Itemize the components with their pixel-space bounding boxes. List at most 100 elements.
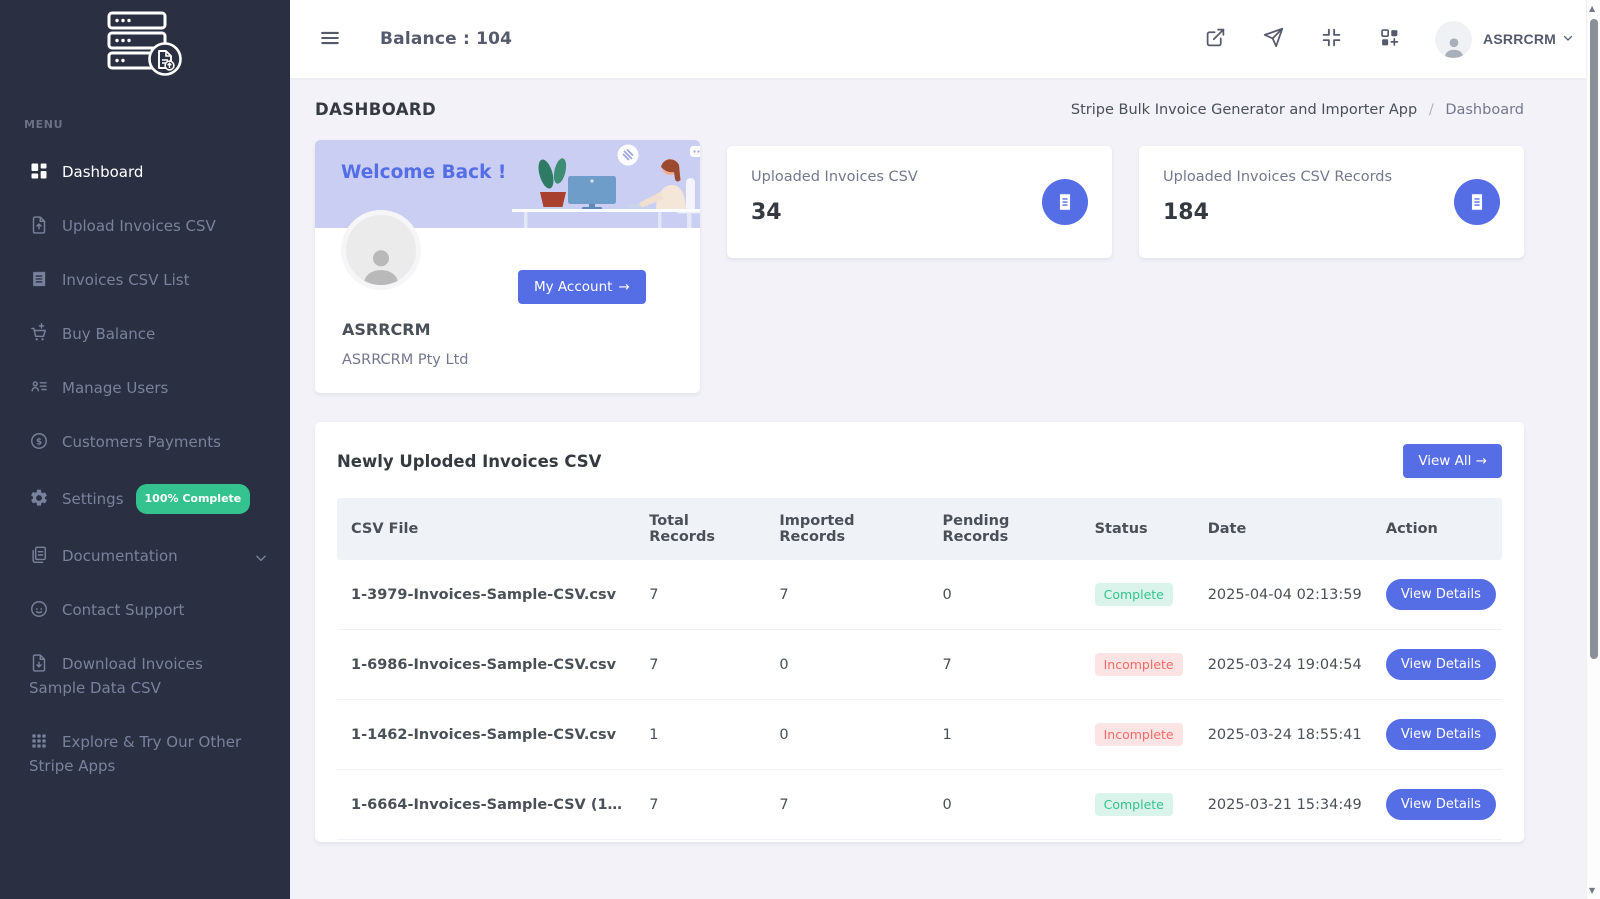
user-menu-button[interactable]: ASRRCRM bbox=[1409, 21, 1574, 58]
sidebar-item-customers-payments[interactable]: $ Customers Payments bbox=[0, 415, 290, 469]
sidebar-item-documentation[interactable]: Documentation bbox=[0, 529, 290, 583]
external-link-icon bbox=[1205, 27, 1226, 51]
stat-text: Uploaded Invoices CSV Records 184 bbox=[1163, 169, 1392, 235]
dollar-circle-icon: $ bbox=[29, 431, 49, 451]
topbar: Balance : 104 bbox=[290, 0, 1600, 78]
my-account-button[interactable]: My Account→ bbox=[518, 270, 646, 304]
chevron-down-icon bbox=[1562, 32, 1574, 47]
sidebar-item-label: Manage Users bbox=[62, 379, 168, 397]
receipt-icon bbox=[1042, 179, 1088, 225]
total-records-cell: 7 bbox=[637, 770, 767, 840]
receipt-icon bbox=[1454, 179, 1500, 225]
view-details-button[interactable]: View Details bbox=[1386, 579, 1496, 610]
sidebar-item-dashboard[interactable]: Dashboard bbox=[0, 145, 290, 199]
sidebar-item-manage-users[interactable]: Manage Users bbox=[0, 361, 290, 415]
newly-uploaded-table-card: Newly Uploded Invoices CSV View All → CS… bbox=[315, 422, 1524, 842]
page-title: DASHBOARD bbox=[315, 100, 436, 119]
total-records-cell: 1 bbox=[637, 700, 767, 770]
breadcrumb-separator: / bbox=[1429, 102, 1434, 118]
username-label: ASRRCRM bbox=[1483, 31, 1556, 47]
total-records-cell: 7 bbox=[637, 630, 767, 700]
sidebar-toggle-button[interactable] bbox=[308, 17, 352, 61]
sidebar-item-download-invoices-sample[interactable]: Download Invoices Sample Data CSV bbox=[0, 637, 290, 715]
column-header-csv-file: CSV File bbox=[337, 498, 637, 560]
column-header-pending-records: Pending Records bbox=[930, 498, 1082, 560]
sidebar-item-label: Documentation bbox=[62, 547, 178, 565]
sidebar-menu-title: MENU bbox=[0, 92, 290, 145]
sidebar-item-upload-invoices-csv[interactable]: Upload Invoices CSV bbox=[0, 199, 290, 253]
scrollbar-down-arrow[interactable]: ▼ bbox=[1589, 886, 1595, 895]
sidebar-item-invoices-csv-list[interactable]: Invoices CSV List bbox=[0, 253, 290, 307]
settings-complete-badge: 100% Complete bbox=[136, 484, 251, 514]
send-button[interactable] bbox=[1253, 19, 1293, 59]
sidebar-item-explore-stripe-apps[interactable]: Explore & Try Our Other Stripe Apps bbox=[0, 715, 290, 793]
welcome-user-name: ASRRCRM bbox=[342, 320, 431, 339]
table-row: 1-1462-Invoices-Sample-CSV.csv 1 0 1 Inc… bbox=[337, 700, 1502, 770]
table-title: Newly Uploded Invoices CSV bbox=[337, 452, 601, 471]
scrollbar-up-arrow[interactable]: ▲ bbox=[1589, 4, 1595, 13]
view-details-button[interactable]: View Details bbox=[1386, 649, 1496, 680]
pending-records-cell: 0 bbox=[930, 770, 1082, 840]
status-badge: Complete bbox=[1095, 793, 1173, 816]
sidebar-item-label: Invoices CSV List bbox=[62, 271, 189, 289]
view-details-button[interactable]: View Details bbox=[1386, 719, 1496, 750]
hamburger-icon bbox=[319, 27, 341, 52]
stat-card-uploaded-csv: Uploaded Invoices CSV 34 bbox=[727, 146, 1112, 258]
stat-value: 34 bbox=[751, 200, 918, 225]
user-avatar-large bbox=[341, 210, 421, 290]
table-row: 1-6986-Invoices-Sample-CSV.csv 7 0 7 Inc… bbox=[337, 630, 1502, 700]
sidebar-item-buy-balance[interactable]: Buy Balance bbox=[0, 307, 290, 361]
apps-add-icon bbox=[1379, 27, 1400, 51]
support-icon bbox=[29, 599, 49, 619]
apps-grid-icon bbox=[29, 731, 49, 751]
imported-records-cell: 1 bbox=[767, 840, 930, 843]
balance-display: Balance : 104 bbox=[380, 29, 512, 49]
table-row: 1-2884-Invoices-Sample-CSV(1)… 1 1 0 Com… bbox=[337, 840, 1502, 843]
column-header-action: Action bbox=[1374, 498, 1502, 560]
sidebar-item-label: Buy Balance bbox=[62, 325, 155, 343]
total-records-cell: 7 bbox=[637, 560, 767, 630]
chevron-down-icon bbox=[254, 548, 268, 562]
breadcrumb: Stripe Bulk Invoice Generator and Import… bbox=[1071, 102, 1524, 118]
date-cell: 2025-03-24 18:55:41 bbox=[1196, 700, 1374, 770]
table-row: 1-3979-Invoices-Sample-CSV.csv 7 7 0 Com… bbox=[337, 560, 1502, 630]
pending-records-cell: 0 bbox=[930, 840, 1082, 843]
stat-label: Uploaded Invoices CSV Records bbox=[1163, 169, 1392, 185]
cards-row: Welcome Back ! bbox=[315, 140, 1600, 393]
welcome-greeting: Welcome Back ! bbox=[315, 140, 506, 228]
app-logo[interactable] bbox=[0, 0, 290, 92]
stat-label: Uploaded Invoices CSV bbox=[751, 169, 918, 185]
column-header-status: Status bbox=[1083, 498, 1196, 560]
server-file-upload-logo-icon bbox=[106, 11, 184, 81]
sidebar-item-contact-support[interactable]: Contact Support bbox=[0, 583, 290, 637]
column-header-date: Date bbox=[1196, 498, 1374, 560]
page-header: DASHBOARD Stripe Bulk Invoice Generator … bbox=[315, 100, 1524, 119]
status-badge: Incomplete bbox=[1095, 653, 1183, 676]
column-header-total-records: Total Records bbox=[637, 498, 767, 560]
apps-menu-button[interactable] bbox=[1369, 19, 1409, 59]
date-cell: 2025-03-24 19:04:54 bbox=[1196, 630, 1374, 700]
imported-records-cell: 7 bbox=[767, 770, 930, 840]
total-records-cell: 1 bbox=[637, 840, 767, 843]
sidebar-item-settings[interactable]: Settings 100% Complete bbox=[0, 469, 290, 529]
cart-plus-icon bbox=[29, 323, 49, 343]
topbar-actions: ASRRCRM bbox=[1177, 19, 1574, 59]
stat-value: 184 bbox=[1163, 200, 1392, 225]
compress-icon bbox=[1321, 27, 1342, 51]
view-all-button[interactable]: View All → bbox=[1403, 444, 1502, 478]
date-cell: 2025-03-07 07:59:42 bbox=[1196, 840, 1374, 843]
fullscreen-toggle-button[interactable] bbox=[1311, 19, 1351, 59]
table-card-header: Newly Uploded Invoices CSV View All → bbox=[337, 444, 1502, 478]
table-row: 1-6664-Invoices-Sample-CSV (1… 7 7 0 Com… bbox=[337, 770, 1502, 840]
scrollbar-thumb[interactable] bbox=[1590, 19, 1598, 659]
view-details-button[interactable]: View Details bbox=[1386, 789, 1496, 820]
page-scrollbar[interactable]: ▲ ▼ bbox=[1586, 0, 1600, 899]
open-app-button[interactable] bbox=[1195, 19, 1235, 59]
file-upload-icon bbox=[29, 215, 49, 235]
stat-text: Uploaded Invoices CSV 34 bbox=[751, 169, 918, 235]
status-badge: Complete bbox=[1095, 583, 1173, 606]
welcome-card: Welcome Back ! bbox=[315, 140, 700, 393]
csv-file-cell: 1-2884-Invoices-Sample-CSV(1)… bbox=[337, 840, 637, 843]
sidebar-item-label: Settings bbox=[62, 490, 124, 508]
breadcrumb-app[interactable]: Stripe Bulk Invoice Generator and Import… bbox=[1071, 102, 1417, 118]
